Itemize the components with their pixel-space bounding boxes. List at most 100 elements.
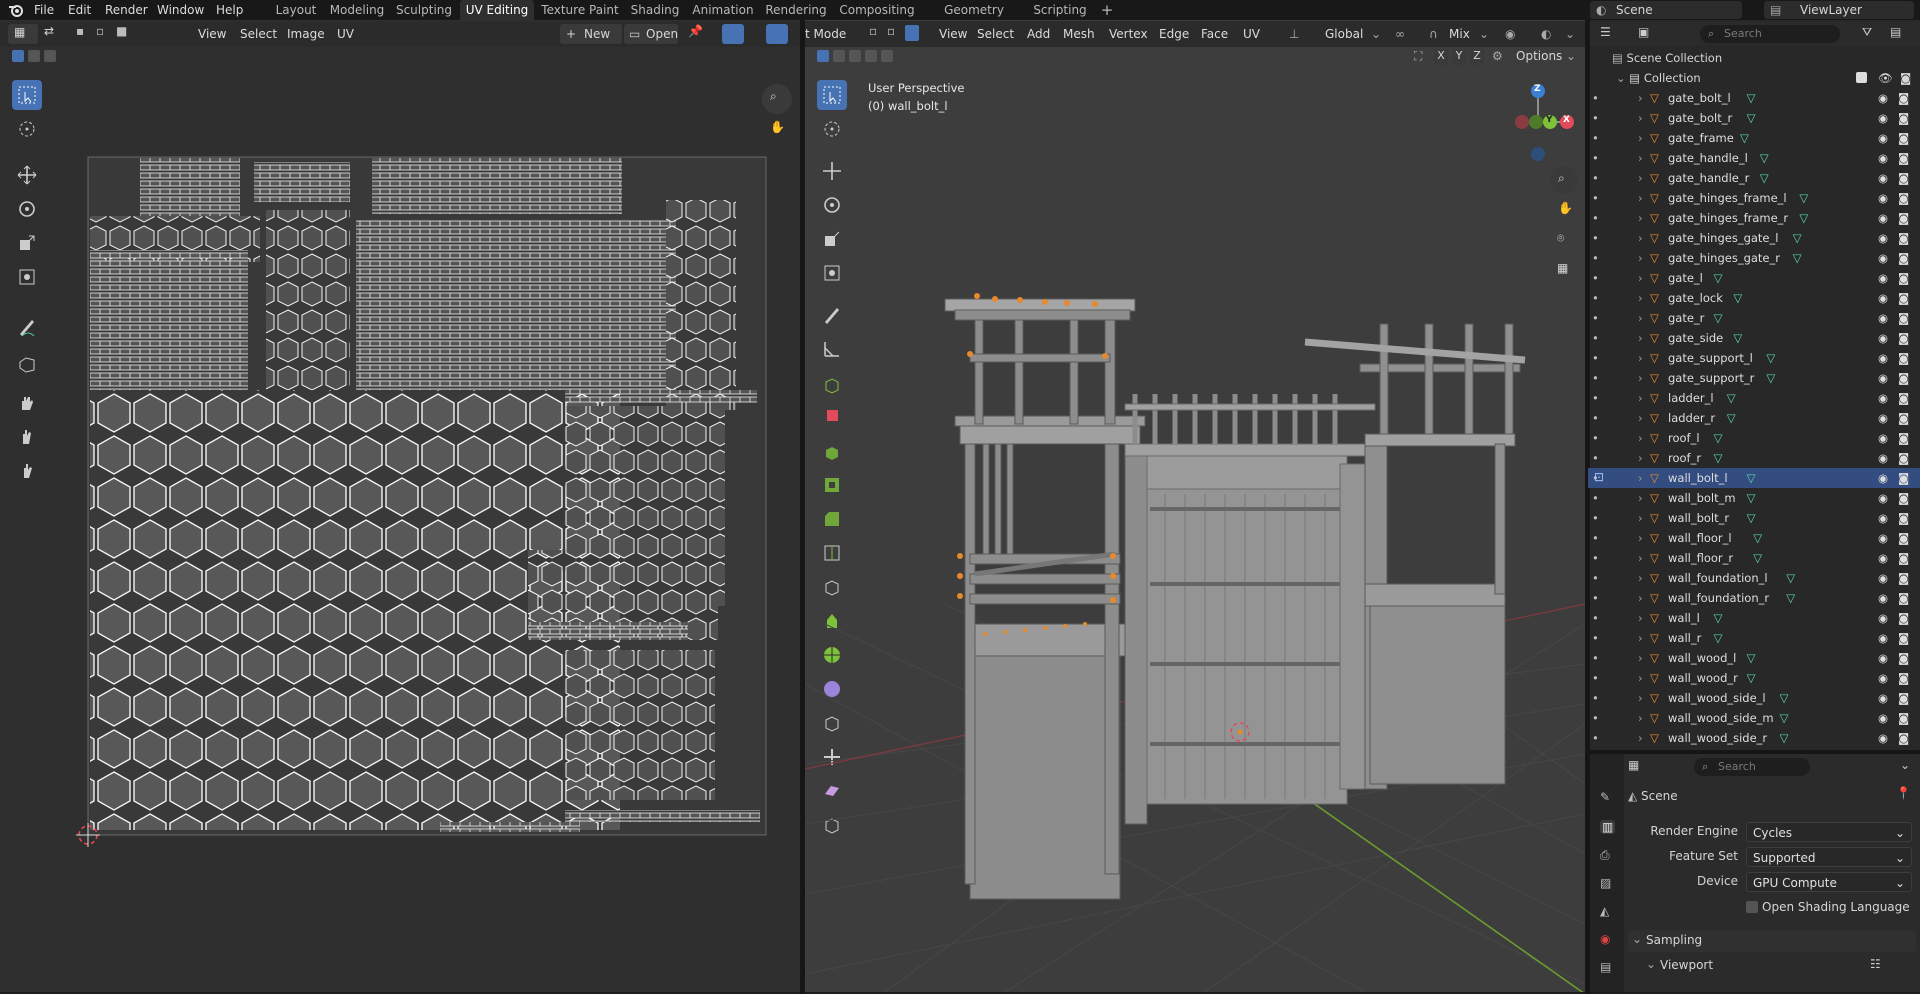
outliner-item[interactable]: • › ▽ wall_bolt_r ▽ ◉ ◙	[1588, 508, 1920, 528]
menu-window[interactable]: Window	[157, 0, 204, 20]
device-select[interactable]: GPU Compute ⌄	[1746, 872, 1912, 892]
dot-icon[interactable]: •	[1592, 568, 1599, 588]
box-select-mode-icon[interactable]	[12, 50, 24, 62]
dot-icon[interactable]: •	[1592, 608, 1599, 628]
dot-icon[interactable]: •	[1592, 268, 1599, 288]
chevron-right-icon[interactable]: ›	[1638, 148, 1643, 168]
mesh-data-icon[interactable]: ▽	[1799, 188, 1808, 208]
menu-render[interactable]: Render	[105, 0, 148, 20]
intersect-mode-icon[interactable]	[881, 50, 893, 62]
dot-icon[interactable]: •	[1592, 228, 1599, 248]
collection-checkbox[interactable]	[1856, 72, 1867, 83]
eye-icon[interactable]: ◉	[1878, 248, 1888, 268]
mirror-icon[interactable]: ⛶	[1414, 49, 1422, 64]
relax-tool[interactable]	[12, 422, 42, 452]
visibility-icon[interactable]: ◐	[1541, 21, 1551, 47]
outliner-item[interactable]: • › ▽ wall_r ▽ ◉ ◙	[1588, 628, 1920, 648]
eye-icon[interactable]: ◉	[1878, 528, 1888, 548]
dot-icon[interactable]: •	[1592, 708, 1599, 728]
outliner-item[interactable]: • › ▽ gate_handle_r ▽ ◉ ◙	[1588, 168, 1920, 188]
mesh-data-icon[interactable]: ▽	[1747, 88, 1756, 108]
mesh-data-icon[interactable]: ▽	[1766, 368, 1775, 388]
mesh-data-icon[interactable]: ▽	[1733, 288, 1742, 308]
mesh-data-icon[interactable]: ▽	[1727, 408, 1736, 428]
chevron-right-icon[interactable]: ›	[1638, 128, 1643, 148]
mesh-data-icon[interactable]: ▽	[1747, 668, 1756, 688]
outliner-item[interactable]: • › ▽ gate_lock ▽ ◉ ◙	[1588, 288, 1920, 308]
annotate-tool[interactable]	[12, 312, 42, 342]
dot-icon[interactable]: •	[1592, 668, 1599, 688]
world-tab-icon[interactable]: ◉	[1600, 932, 1610, 946]
tab-modeling[interactable]: Modeling	[326, 0, 388, 20]
camera-icon[interactable]: ◙	[1898, 668, 1909, 688]
outliner-item[interactable]: • › ▽ wall_wood_r ▽ ◉ ◙	[1588, 668, 1920, 688]
camera-icon[interactable]: ◙	[1898, 408, 1909, 428]
outliner-item[interactable]: • › ▽ gate_r ▽ ◉ ◙	[1588, 308, 1920, 328]
chevron-right-icon[interactable]: ›	[1638, 288, 1643, 308]
invert-mode-icon[interactable]	[865, 50, 877, 62]
tab-geometry-nodes[interactable]: Geometry Nodes	[924, 0, 1024, 37]
eye-icon[interactable]: ◉	[1878, 188, 1888, 208]
dot-icon[interactable]: •	[1592, 148, 1599, 168]
mesh-data-icon[interactable]: ▽	[1714, 628, 1723, 648]
rip-tool[interactable]	[12, 350, 42, 380]
camera-icon[interactable]: ◙	[1900, 68, 1911, 88]
vp-menu-uv[interactable]: UV	[1243, 21, 1260, 47]
viewport-zoom-icon[interactable]: ⌕	[1550, 166, 1578, 194]
dot-icon[interactable]: •	[1592, 448, 1599, 468]
open-image-button[interactable]: ▭ Open	[624, 24, 678, 44]
chevron-right-icon[interactable]: ›	[1638, 308, 1643, 328]
chevron-right-icon[interactable]: ›	[1638, 388, 1643, 408]
camera-icon[interactable]: ◙	[1898, 548, 1909, 568]
filter-icon[interactable]: ⛛	[1862, 25, 1872, 40]
eye-icon[interactable]: ◉	[1878, 548, 1888, 568]
camera-icon[interactable]: ◙	[1898, 328, 1909, 348]
outliner-item[interactable]: • › ▽ wall_wood_side_m ▽ ◉ ◙	[1588, 708, 1920, 728]
scene-collection-row[interactable]: ▤ Scene Collection	[1612, 48, 1722, 68]
cursor-tool[interactable]	[12, 114, 42, 144]
mesh-data-icon[interactable]: ▽	[1793, 248, 1802, 268]
camera-icon[interactable]: ◙	[1898, 488, 1909, 508]
dot-icon[interactable]: •	[1592, 248, 1599, 268]
render-tab-icon[interactable]: ▥	[1600, 820, 1616, 834]
editor-type-button[interactable]: ▦	[8, 24, 38, 44]
chevron-right-icon[interactable]: ›	[1638, 628, 1643, 648]
grab-tool[interactable]	[12, 388, 42, 418]
mesh-data-icon[interactable]: ▽	[1780, 728, 1789, 748]
camera-icon[interactable]: ◙	[1898, 288, 1909, 308]
rotate-tool[interactable]	[12, 194, 42, 224]
tool-tab-icon[interactable]: ✎	[1600, 790, 1610, 804]
mesh-data-icon[interactable]: ▽	[1747, 468, 1756, 488]
dot-icon[interactable]: •	[1592, 288, 1599, 308]
eye-icon[interactable]: ◉	[1878, 208, 1888, 228]
tab-layout[interactable]: Layout	[270, 0, 322, 20]
dot-icon[interactable]: •	[1592, 628, 1599, 648]
chevron-right-icon[interactable]: ›	[1638, 168, 1643, 188]
chevron-right-icon[interactable]: ›	[1638, 608, 1643, 628]
camera-icon[interactable]: ◙	[1898, 268, 1909, 288]
options-dropdown[interactable]: Options	[1516, 49, 1562, 63]
camera-icon[interactable]: ◙	[1898, 708, 1909, 728]
chevron-right-icon[interactable]: ›	[1638, 528, 1643, 548]
dot-icon[interactable]: •	[1592, 528, 1599, 548]
vp-menu-select[interactable]: Select	[977, 21, 1014, 47]
eye-icon[interactable]: ◉	[1878, 428, 1888, 448]
eye-icon[interactable]: ◉	[1878, 168, 1888, 188]
outliner-item[interactable]: • › ▽ wall_bolt_l ▽ ◉ ◙	[1588, 468, 1920, 488]
eye-icon[interactable]: ◉	[1878, 448, 1888, 468]
tab-texture-paint[interactable]: Texture Paint	[538, 0, 622, 20]
camera-icon[interactable]: ◙	[1898, 628, 1909, 648]
outliner-item[interactable]: • › ▽ roof_l ▽ ◉ ◙	[1588, 428, 1920, 448]
menu-file[interactable]: File	[34, 0, 54, 20]
wrench-icon[interactable]: ⚙	[1492, 49, 1503, 63]
eye-icon[interactable]: ◉	[1878, 608, 1888, 628]
output-tab-icon[interactable]: ⎙	[1600, 848, 1610, 863]
camera-view-icon[interactable]: ⌾	[1550, 226, 1578, 254]
chevron-right-icon[interactable]: ›	[1638, 508, 1643, 528]
outliner-item[interactable]: • › ▽ gate_side ▽ ◉ ◙	[1588, 328, 1920, 348]
dot-icon[interactable]: •	[1592, 168, 1599, 188]
mesh-data-icon[interactable]: ▽	[1780, 708, 1789, 728]
mirror-x-toggle[interactable]: X	[1434, 49, 1448, 65]
outliner-item[interactable]: • › ▽ gate_l ▽ ◉ ◙	[1588, 268, 1920, 288]
eye-icon[interactable]: ◉	[1878, 488, 1888, 508]
